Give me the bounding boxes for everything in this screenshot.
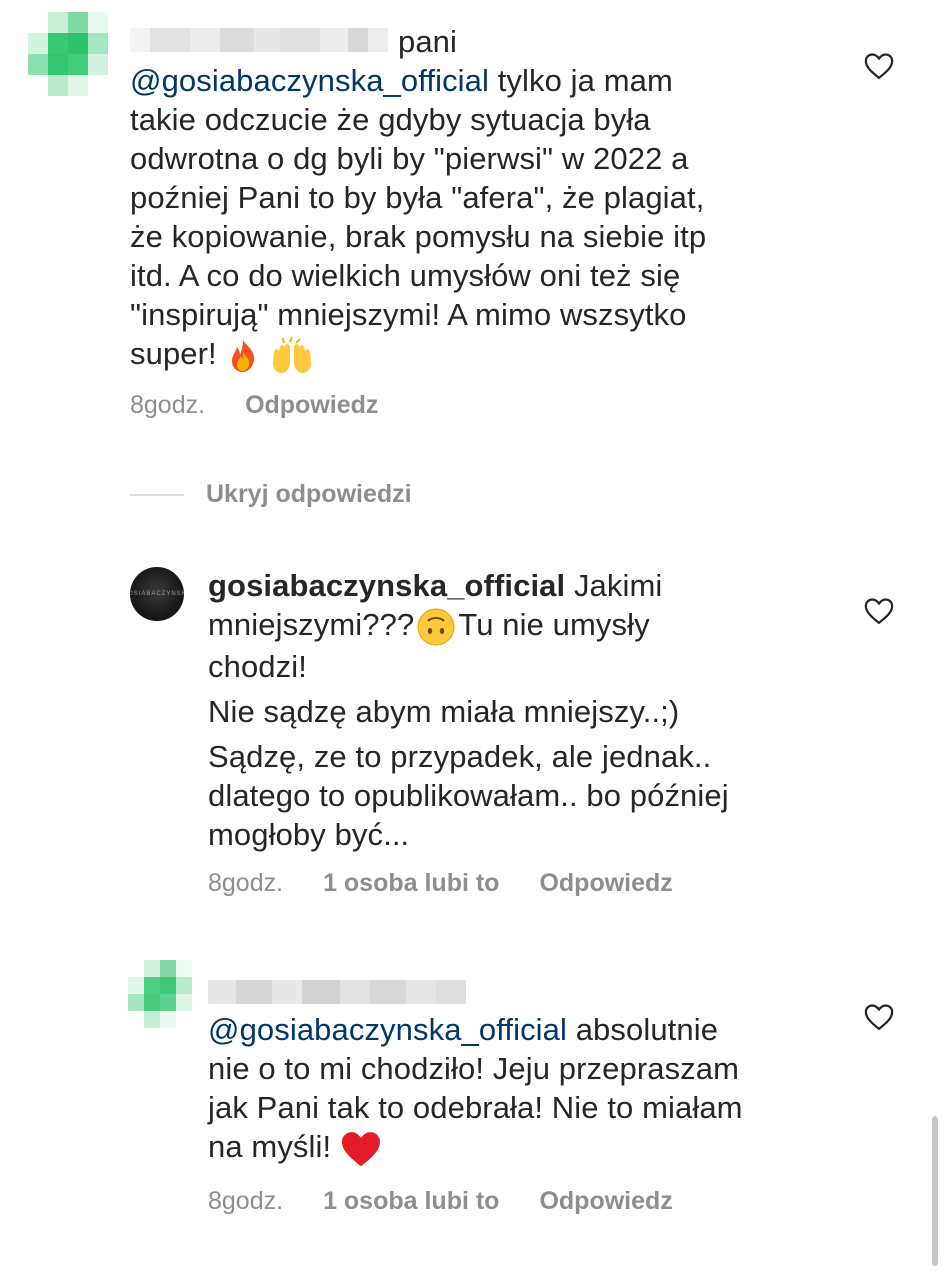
like-heart-icon[interactable] (864, 52, 894, 80)
blurred-avatar[interactable] (28, 12, 108, 96)
comment-line: odwrotna o dg byli by "pierwsi" w 2022 a (130, 141, 689, 176)
reply-meta: 8godz. 1 osoba lubi to Odpowiedz (208, 1187, 673, 1216)
username-suffix: pani (398, 24, 458, 59)
comment-line: że kopiowanie, brak pomysłu na siebie it… (130, 219, 707, 254)
hide-replies-toggle[interactable]: Ukryj odpowiedzi (130, 480, 412, 509)
reply-meta: 8godz. 1 osoba lubi to Odpowiedz (208, 869, 673, 898)
reply-body: @gosiabaczynska_official absolutnie nie … (208, 1010, 828, 1168)
comment-body: pani @gosiabaczynska_official tylko ja m… (130, 22, 830, 375)
username-link[interactable]: gosiabaczynska_official (208, 568, 565, 603)
mention-link[interactable]: @gosiabaczynska_official (130, 63, 489, 98)
timestamp: 8godz. (208, 869, 284, 897)
mention-link[interactable]: @gosiabaczynska_official (208, 1012, 567, 1047)
scrollbar[interactable] (932, 1116, 938, 1266)
reply-button[interactable]: Odpowiedz (245, 391, 378, 420)
comment-meta: 8godz. Odpowiedz (130, 391, 378, 420)
upside-down-face-emoji (417, 608, 455, 646)
like-heart-icon[interactable] (864, 597, 894, 625)
comment-line: "inspirują" mniejszymi! A mimo wszsytko (130, 297, 687, 332)
reply-button[interactable]: Odpowiedz (539, 1187, 672, 1216)
divider-line (130, 493, 184, 496)
fire-emoji (232, 339, 255, 372)
reply-body: gosiabaczynska_official Jakimi mniejszym… (208, 568, 729, 852)
blurred-avatar[interactable] (128, 960, 192, 1028)
reply-button[interactable]: Odpowiedz (539, 869, 672, 898)
raising-hands-emoji (273, 336, 312, 373)
comment-line: super! (130, 334, 830, 375)
red-heart-emoji (341, 1131, 380, 1167)
likes-count[interactable]: 1 osoba lubi to (323, 1187, 499, 1216)
comment-line: poźniej Pani to by była "afera", że plag… (130, 180, 705, 215)
avatar[interactable]: GOSIABACZYNSKA (130, 567, 184, 621)
comment-line: @gosiabaczynska_official tylko ja mam (130, 63, 673, 98)
like-heart-icon[interactable] (864, 1003, 894, 1031)
blurred-username[interactable] (208, 980, 466, 1004)
comment-line: itd. A co do wielkich umysłów oni też si… (130, 258, 681, 293)
timestamp: 8godz. (130, 391, 206, 419)
likes-count[interactable]: 1 osoba lubi to (323, 869, 499, 898)
hide-replies-label: Ukryj odpowiedzi (206, 480, 412, 508)
timestamp: 8godz. (208, 1187, 284, 1215)
comment-line: takie odczucie że gdyby sytuacja była (130, 102, 651, 137)
avatar-logo-text: GOSIABACZYNSKA (130, 591, 184, 597)
